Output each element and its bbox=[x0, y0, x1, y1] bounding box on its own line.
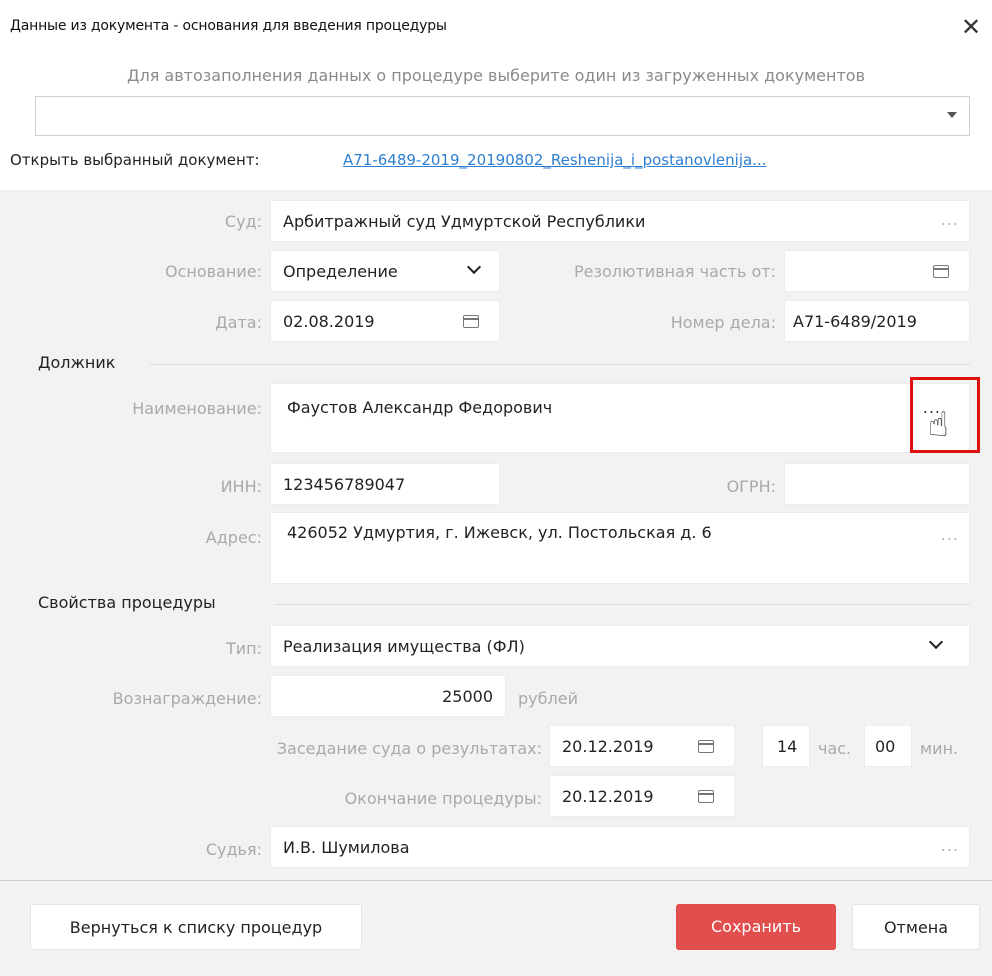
calendar-icon[interactable] bbox=[463, 315, 479, 328]
close-icon[interactable]: ✕ bbox=[956, 12, 986, 42]
inn-value: 123456789047 bbox=[283, 475, 406, 494]
end-label: Окончание процедуры: bbox=[344, 789, 542, 808]
hour-unit: час. bbox=[818, 739, 852, 758]
reward-label: Вознаграждение: bbox=[112, 689, 262, 708]
type-label: Тип: bbox=[225, 639, 262, 658]
dropdown-arrow-icon bbox=[947, 112, 957, 118]
reward-field[interactable]: 25000 bbox=[270, 675, 506, 717]
court-ellipsis-icon[interactable]: ... bbox=[941, 210, 959, 229]
calendar-icon[interactable] bbox=[698, 740, 714, 753]
ogrn-label: ОГРН: bbox=[726, 477, 776, 496]
judge-value: И.В. Шумилова bbox=[283, 838, 410, 857]
judge-ellipsis-icon[interactable]: ... bbox=[941, 836, 959, 855]
open-document-link[interactable]: A71-6489-2019_20190802_Reshenija_i_posta… bbox=[343, 151, 766, 169]
debtor-section-title: Должник bbox=[38, 353, 116, 372]
debtor-name-value: Фаустов Александр Федорович bbox=[287, 398, 553, 417]
case-number-label: Номер дела: bbox=[670, 313, 776, 332]
address-field[interactable]: 426052 Удмуртия, г. Ижевск, ул. Постольс… bbox=[270, 512, 970, 584]
calendar-icon[interactable] bbox=[933, 265, 949, 278]
chevron-down-icon bbox=[928, 634, 944, 650]
hearing-date-field[interactable]: 20.12.2019 bbox=[549, 725, 735, 767]
case-number-value: А71-6489/2019 bbox=[793, 312, 917, 331]
end-date-field[interactable]: 20.12.2019 bbox=[549, 775, 735, 817]
open-document-label: Открыть выбранный документ: bbox=[10, 151, 260, 169]
inn-field[interactable]: 123456789047 bbox=[270, 463, 500, 505]
hearing-minute-field[interactable]: 00 bbox=[864, 725, 912, 767]
chevron-down-icon bbox=[466, 259, 482, 275]
basis-label: Основание: bbox=[165, 262, 262, 281]
hearing-hour-value: 14 bbox=[777, 737, 798, 756]
back-to-list-button[interactable]: Вернуться к списку процедур bbox=[30, 904, 362, 950]
autofill-hint: Для автозаполнения данных о процедуре вы… bbox=[126, 66, 866, 85]
judge-label: Судья: bbox=[205, 840, 262, 859]
hand-cursor-icon: ☝ bbox=[928, 405, 949, 445]
address-label: Адрес: bbox=[205, 528, 262, 547]
type-value: Реализация имущества (ФЛ) bbox=[283, 637, 525, 656]
judge-field[interactable]: И.В. Шумилова ... bbox=[270, 826, 970, 868]
resolution-label: Резолютивная часть от: bbox=[574, 262, 776, 281]
save-button[interactable]: Сохранить bbox=[676, 904, 836, 950]
section-divider bbox=[150, 364, 970, 365]
debtor-name-field[interactable]: Фаустов Александр Федорович ... bbox=[270, 383, 970, 453]
end-date-value: 20.12.2019 bbox=[562, 787, 654, 806]
date-label: Дата: bbox=[215, 313, 262, 332]
hearing-hour-field[interactable]: 14 bbox=[762, 725, 810, 767]
cancel-button[interactable]: Отмена bbox=[852, 904, 980, 950]
date-field[interactable]: 02.08.2019 bbox=[270, 300, 500, 342]
calendar-icon[interactable] bbox=[698, 790, 714, 803]
hearing-label: Заседание суда о результатах: bbox=[276, 739, 542, 758]
ogrn-field[interactable] bbox=[784, 463, 970, 505]
resolution-date-field[interactable] bbox=[784, 250, 970, 292]
dialog-title-bar: Данные из документа - основания для введ… bbox=[0, 0, 992, 58]
court-label: Суд: bbox=[224, 212, 262, 231]
date-value: 02.08.2019 bbox=[283, 312, 375, 331]
section-divider bbox=[275, 604, 970, 605]
minute-unit: мин. bbox=[920, 739, 959, 758]
reward-unit: рублей bbox=[518, 689, 578, 708]
reward-value: 25000 bbox=[442, 687, 493, 706]
document-select[interactable] bbox=[35, 96, 970, 136]
court-field[interactable]: Арбитражный суд Удмуртской Республики ..… bbox=[270, 200, 970, 242]
case-number-field[interactable]: А71-6489/2019 bbox=[784, 300, 970, 342]
hearing-minute-value: 00 bbox=[875, 737, 896, 756]
hearing-date-value: 20.12.2019 bbox=[562, 737, 654, 756]
address-value: 426052 Удмуртия, г. Ижевск, ул. Постольс… bbox=[287, 523, 712, 542]
basis-value: Определение bbox=[283, 262, 398, 281]
procedure-section-title: Свойства процедуры bbox=[38, 593, 216, 612]
inn-label: ИНН: bbox=[220, 477, 262, 496]
dialog-title: Данные из документа - основания для введ… bbox=[10, 18, 447, 34]
type-select[interactable]: Реализация имущества (ФЛ) bbox=[270, 625, 970, 667]
basis-select[interactable]: Определение bbox=[270, 250, 500, 292]
debtor-name-label: Наименование: bbox=[132, 399, 262, 418]
address-ellipsis-icon[interactable]: ... bbox=[941, 525, 959, 544]
court-value: Арбитражный суд Удмуртской Республики bbox=[283, 212, 646, 231]
footer-divider bbox=[0, 880, 992, 881]
